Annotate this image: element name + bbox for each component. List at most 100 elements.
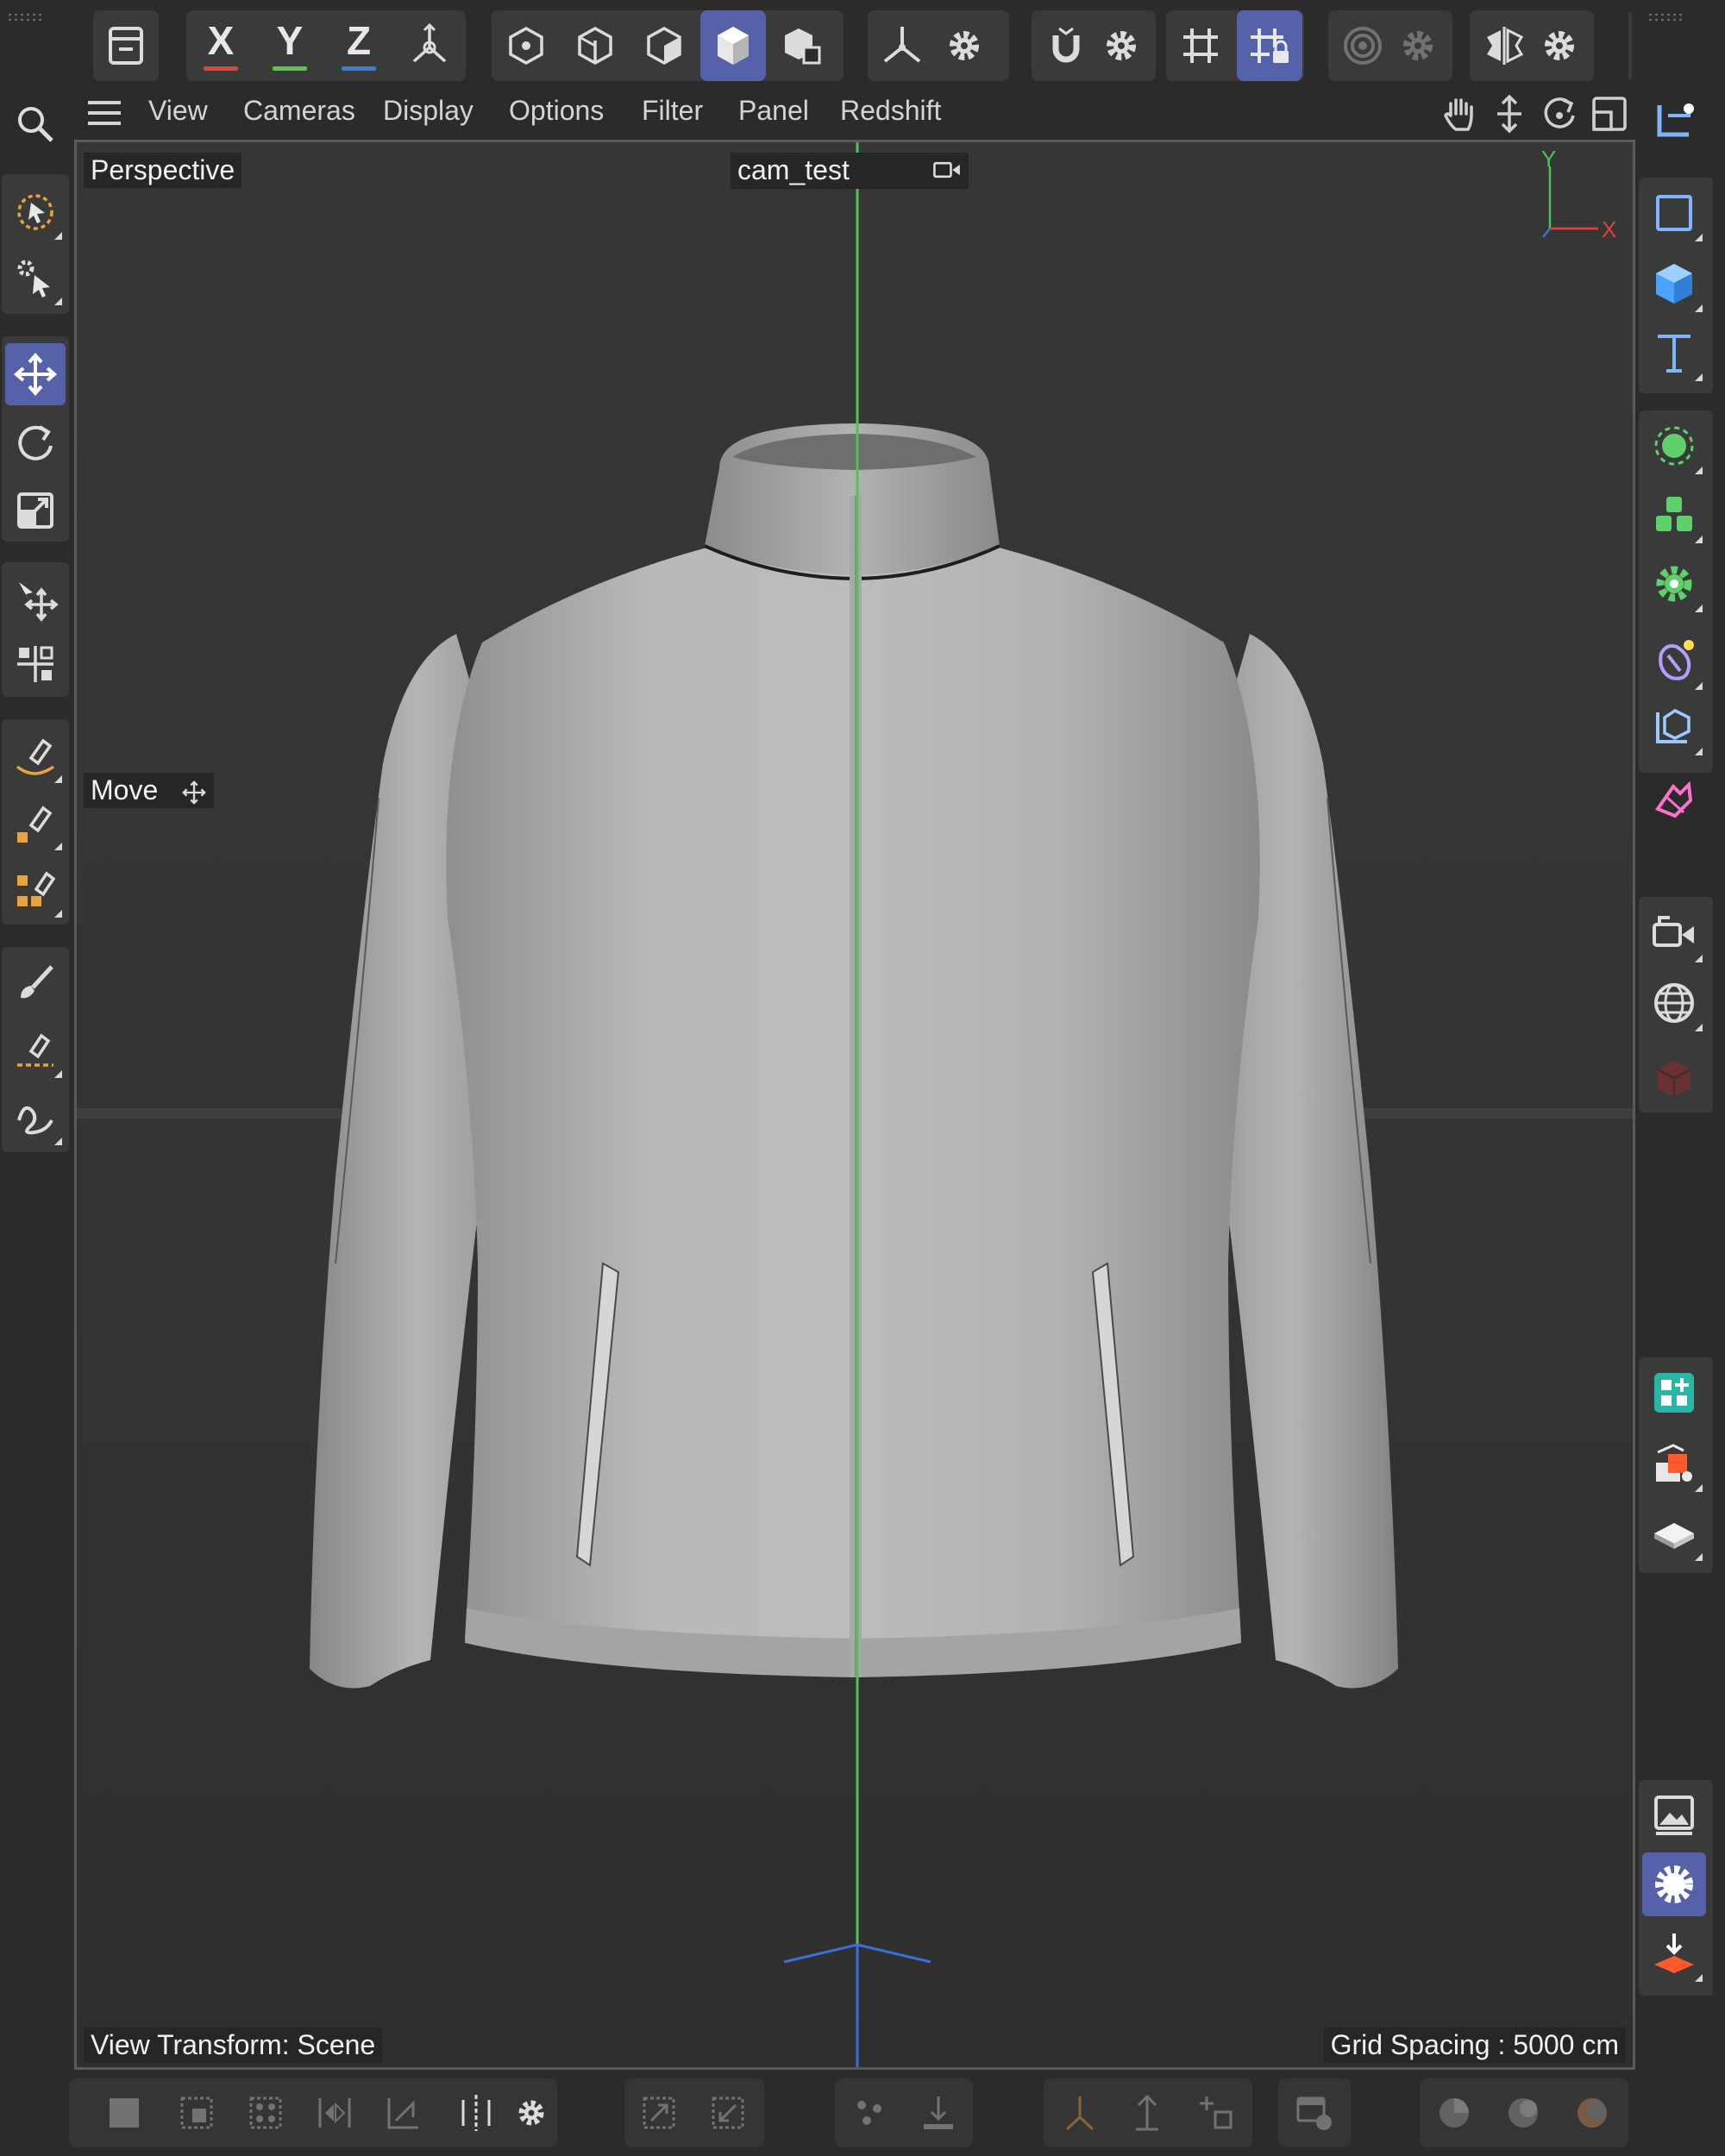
menu-redshift[interactable]: Redshift	[840, 95, 941, 127]
view-name-label[interactable]: Perspective	[84, 153, 242, 188]
pan-view-button[interactable]	[1439, 93, 1480, 135]
scale-tool[interactable]	[5, 479, 66, 542]
axis-up-button[interactable]	[1120, 2082, 1175, 2144]
view-transform-label: View Transform: Scene	[84, 2028, 383, 2063]
effector-button[interactable]	[1642, 768, 1706, 831]
rotate-view-button[interactable]	[1539, 93, 1580, 135]
spline-edit-tool[interactable]	[5, 859, 66, 921]
points-mode-button[interactable]	[493, 10, 559, 81]
snap-settings-button[interactable]	[1094, 10, 1149, 81]
axis-settings-button[interactable]	[937, 10, 992, 81]
uv-mode-button[interactable]	[769, 10, 835, 81]
axis-mode-button[interactable]	[869, 10, 935, 81]
polygons-mode-button[interactable]	[631, 10, 697, 81]
render-settings-button[interactable]	[1642, 1852, 1706, 1916]
lock-y-axis-button[interactable]: Y	[257, 10, 323, 81]
menu-panel[interactable]: Panel	[738, 95, 809, 127]
takes-button[interactable]	[1642, 1432, 1706, 1495]
mirror-selection-button[interactable]	[307, 2082, 362, 2144]
sketch-tool[interactable]	[5, 1087, 66, 1149]
move-tool[interactable]	[5, 343, 66, 405]
material-button-1[interactable]	[1427, 2082, 1482, 2144]
select-polygon-button[interactable]	[169, 2082, 224, 2144]
camera-selector[interactable]: cam_test	[731, 153, 969, 189]
model-mode-button[interactable]	[700, 10, 766, 81]
menu-display[interactable]: Display	[383, 95, 474, 127]
material-sphere-icon	[1440, 2098, 1469, 2128]
menu-filter[interactable]: Filter	[642, 95, 703, 127]
material-button-3[interactable]	[1565, 2082, 1620, 2144]
placement-tool[interactable]	[5, 633, 66, 695]
symmetry-icon	[1487, 27, 1524, 65]
axis-center-button[interactable]	[1052, 2082, 1107, 2144]
symmetry-settings-button[interactable]	[1532, 10, 1587, 81]
material-manager-button[interactable]	[1642, 1361, 1706, 1425]
menu-cameras[interactable]: Cameras	[243, 95, 355, 127]
deformer-button[interactable]	[1642, 630, 1706, 693]
spline-draw-tool[interactable]	[5, 1019, 66, 1081]
scale-frame-button[interactable]	[631, 2082, 687, 2144]
select-polygon-icon	[180, 2096, 213, 2129]
align-frame-button[interactable]	[700, 2082, 756, 2144]
camera-object-button[interactable]	[1642, 902, 1706, 966]
render-to-picture-viewer-button[interactable]	[1642, 1921, 1706, 1985]
top-toolbar: X Y Z	[0, 0, 1725, 86]
null-object-button[interactable]	[1642, 91, 1706, 155]
gizmo-x-label: X	[1602, 216, 1617, 242]
edges-mode-icon	[578, 26, 612, 66]
search-button[interactable]	[5, 93, 66, 155]
toolbar-grip[interactable]	[7, 12, 41, 22]
bottom-settings-button[interactable]	[504, 2082, 559, 2144]
field-button[interactable]	[1642, 695, 1706, 759]
transform-tool[interactable]	[5, 567, 66, 630]
select-points-button[interactable]	[238, 2082, 293, 2144]
workplane-grid-button[interactable]	[1168, 10, 1233, 81]
placement-icon	[17, 646, 53, 682]
cloner-button[interactable]	[1642, 483, 1706, 547]
snap-selection-button[interactable]	[376, 2082, 431, 2144]
symmetry-plane-button[interactable]	[448, 2082, 504, 2144]
soft-selection-button[interactable]	[1330, 10, 1396, 81]
environment-button[interactable]	[1642, 971, 1706, 1035]
world-coordinates-button[interactable]	[397, 10, 462, 81]
menu-view[interactable]: View	[148, 95, 208, 127]
text-object-button[interactable]	[1642, 321, 1706, 385]
live-selection-tool[interactable]	[5, 181, 66, 243]
subdivision-surface-button[interactable]	[1642, 414, 1706, 478]
render-view-button[interactable]	[1642, 1783, 1706, 1847]
distribute-points-button[interactable]	[842, 2082, 897, 2144]
globe-icon	[1654, 983, 1694, 1023]
3d-viewport[interactable]: Perspective cam_test Move Y X View Trans…	[74, 140, 1635, 2070]
toggle-layout-button[interactable]	[1589, 93, 1630, 135]
spline-points-tool[interactable]	[5, 792, 66, 854]
coordinate-system-button[interactable]	[93, 10, 159, 81]
gear-icon	[1403, 31, 1433, 60]
volume-builder-button[interactable]	[1642, 552, 1706, 616]
floor-object-button[interactable]	[1642, 1501, 1706, 1564]
lock-z-axis-button[interactable]: Z	[326, 10, 392, 81]
cloner-icon	[1656, 497, 1692, 531]
cube-object-button[interactable]	[1642, 252, 1706, 316]
redshift-object-button[interactable]	[1642, 1047, 1706, 1111]
axis-reset-button[interactable]	[1189, 2082, 1244, 2144]
viewport-layout-button[interactable]	[1287, 2082, 1342, 2144]
symmetry-button[interactable]	[1471, 10, 1537, 81]
lock-workplane-button[interactable]	[1237, 10, 1302, 81]
spline-pen-tool[interactable]	[5, 724, 66, 787]
spline-object-button[interactable]	[1642, 181, 1706, 245]
drop-to-floor-button[interactable]	[911, 2082, 966, 2144]
toolbar-grip-right[interactable]	[1647, 12, 1682, 22]
soft-selection-settings-button[interactable]	[1390, 10, 1446, 81]
paint-brush-tool[interactable]	[5, 952, 66, 1014]
hamburger-menu-button[interactable]	[86, 98, 122, 128]
rotate-icon	[18, 425, 53, 461]
lock-x-axis-button[interactable]: X	[188, 10, 254, 81]
select-all-button[interactable]	[97, 2082, 152, 2144]
material-button-2[interactable]	[1496, 2082, 1551, 2144]
select-tool[interactable]	[5, 247, 66, 309]
menu-options[interactable]: Options	[509, 95, 604, 127]
rotate-tool[interactable]	[5, 412, 66, 474]
zoom-view-button[interactable]	[1489, 93, 1530, 135]
edges-mode-button[interactable]	[562, 10, 628, 81]
snap-button[interactable]	[1033, 10, 1099, 81]
